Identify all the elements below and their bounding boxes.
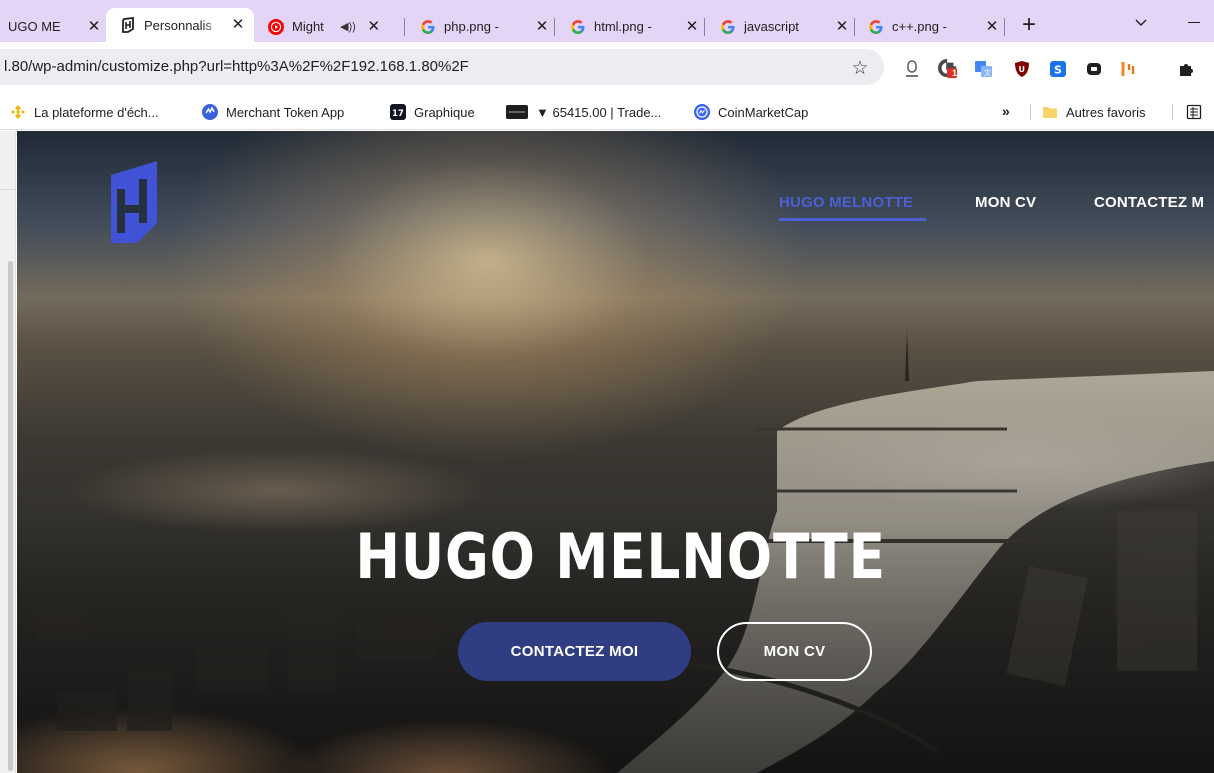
reading-list-button[interactable] bbox=[1186, 102, 1210, 122]
hero-section: HUGO MELNOTTE MON CV CONTACTEZ M HUGO ME… bbox=[17, 131, 1214, 773]
contact-me-button[interactable]: CONTACTEZ MOI bbox=[458, 622, 691, 681]
svg-text:17: 17 bbox=[392, 109, 404, 119]
more-bookmarks-button[interactable]: » bbox=[1002, 103, 1010, 119]
extension-badge-icon[interactable]: 1 bbox=[938, 59, 958, 79]
site-logo-icon[interactable] bbox=[103, 159, 163, 245]
tab-php-png[interactable]: php.png - ✕ bbox=[416, 11, 550, 42]
reading-list-icon bbox=[1186, 104, 1202, 120]
bookmark-label: Merchant Token App bbox=[226, 104, 345, 120]
close-tab-icon[interactable]: ✕ bbox=[86, 18, 102, 35]
translate-icon[interactable]: 文 bbox=[974, 59, 994, 79]
tab-separator bbox=[554, 18, 555, 36]
mon-cv-button[interactable]: MON CV bbox=[717, 622, 872, 681]
tab-title: Personnalis bbox=[144, 17, 212, 33]
bookmark-label: La plateforme d'éch... bbox=[34, 104, 159, 120]
folder-icon bbox=[1042, 104, 1058, 120]
minimize-button[interactable] bbox=[1182, 10, 1214, 34]
tab-separator bbox=[854, 18, 855, 36]
tab-title: javascript bbox=[744, 19, 799, 34]
tab-separator bbox=[1004, 18, 1005, 36]
browser-tab-strip: UGO ME ✕ Personnalis ✕ Might ◀)) ✕ php.p… bbox=[0, 0, 1214, 42]
nav-item-hugo-melnotte[interactable]: HUGO MELNOTTE bbox=[779, 194, 913, 218]
tab-youtube-music[interactable]: Might ◀)) ✕ bbox=[264, 11, 396, 42]
chevron-down-icon[interactable] bbox=[1128, 12, 1154, 34]
tab-title: c++.png - bbox=[892, 19, 947, 34]
youtube-music-icon bbox=[268, 18, 284, 35]
tab-title: UGO ME bbox=[8, 19, 61, 34]
extension-lens-icon[interactable] bbox=[902, 59, 922, 79]
tab-personnaliser[interactable]: Personnalis ✕ bbox=[106, 8, 254, 42]
speaker-icon[interactable]: ◀)) bbox=[340, 20, 356, 33]
svg-text:文: 文 bbox=[984, 68, 991, 77]
metamask-icon[interactable] bbox=[1118, 59, 1138, 79]
extension-badge-count: 1 bbox=[952, 68, 958, 78]
bookmark-graphique[interactable]: 17 Graphique bbox=[390, 102, 475, 122]
tab-separator bbox=[404, 18, 405, 36]
nav-item-contactez-moi[interactable]: CONTACTEZ M bbox=[1094, 194, 1204, 218]
bookmark-label: CoinMarketCap bbox=[718, 104, 809, 120]
page-viewport: HUGO MELNOTTE MON CV CONTACTEZ M HUGO ME… bbox=[0, 131, 1214, 773]
tab-title: php.png - bbox=[444, 19, 499, 34]
bookmarks-bar: La plateforme d'éch... Merchant Token Ap… bbox=[0, 94, 1214, 130]
screen-capture-icon[interactable] bbox=[1084, 59, 1104, 79]
address-bar[interactable]: l.80/wp-admin/customize.php?url=http%3A%… bbox=[0, 49, 884, 85]
tab-html-png[interactable]: html.png - ✕ bbox=[566, 11, 700, 42]
bookmark-label: ▼ 65415.00 | Trade... bbox=[536, 104, 662, 120]
close-tab-icon[interactable]: ✕ bbox=[534, 18, 550, 35]
nav-item-mon-cv[interactable]: MON CV bbox=[975, 194, 1036, 218]
bookmark-binance[interactable]: La plateforme d'éch... bbox=[10, 102, 159, 122]
coinmarketcap-icon bbox=[694, 104, 710, 120]
customizer-sidebar-edge bbox=[0, 131, 16, 773]
browser-toolbar: l.80/wp-admin/customize.php?url=http%3A%… bbox=[0, 42, 1214, 94]
scrollbar-thumb[interactable] bbox=[8, 261, 13, 771]
svg-text:S: S bbox=[1054, 64, 1062, 77]
tab-javascript[interactable]: javascript ✕ bbox=[716, 11, 850, 42]
merchant-icon bbox=[202, 104, 218, 120]
nav-active-underline bbox=[779, 218, 926, 221]
close-tab-icon[interactable]: ✕ bbox=[230, 17, 246, 33]
new-tab-button[interactable]: + bbox=[1016, 12, 1042, 38]
ublock-icon[interactable]: U bbox=[1012, 59, 1032, 79]
google-icon bbox=[420, 19, 436, 35]
binance-icon bbox=[10, 104, 26, 120]
trade-icon bbox=[506, 104, 528, 120]
close-tab-icon[interactable]: ✕ bbox=[684, 18, 700, 35]
bookmark-trade[interactable]: ▼ 65415.00 | Trade... bbox=[506, 102, 661, 122]
close-tab-icon[interactable]: ✕ bbox=[834, 18, 850, 35]
bookmark-separator bbox=[1172, 104, 1173, 120]
s-extension-icon[interactable]: S bbox=[1048, 59, 1068, 79]
tab-cpp-png[interactable]: c++.png - ✕ bbox=[864, 11, 1000, 42]
close-tab-icon[interactable]: ✕ bbox=[366, 18, 382, 35]
hero-title: HUGO MELNOTTE bbox=[355, 520, 886, 593]
tradingview-icon: 17 bbox=[390, 104, 406, 120]
tab-separator bbox=[704, 18, 705, 36]
bookmark-coinmarketcap[interactable]: CoinMarketCap bbox=[694, 102, 808, 122]
svg-text:U: U bbox=[1019, 65, 1026, 74]
google-icon bbox=[570, 19, 586, 35]
google-icon bbox=[868, 19, 884, 35]
bookmark-merchant-token[interactable]: Merchant Token App bbox=[202, 102, 344, 122]
tab-title: html.png - bbox=[594, 19, 652, 34]
google-icon bbox=[720, 19, 736, 35]
bookmark-label: Graphique bbox=[414, 104, 475, 120]
puzzle-extensions-icon[interactable] bbox=[1176, 59, 1196, 79]
url-text[interactable]: l.80/wp-admin/customize.php?url=http%3A%… bbox=[4, 58, 469, 75]
bookmark-star-icon[interactable]: ☆ bbox=[850, 59, 870, 79]
close-tab-icon[interactable]: ✕ bbox=[984, 18, 1000, 35]
bookmark-label: Autres favoris bbox=[1066, 104, 1146, 120]
tab-hugo-melnotte[interactable]: UGO ME ✕ bbox=[0, 11, 102, 42]
hm-logo-icon bbox=[120, 17, 136, 33]
bookmark-separator bbox=[1030, 104, 1031, 120]
tab-title: Might bbox=[292, 19, 324, 34]
bookmark-other-favorites[interactable]: Autres favoris bbox=[1042, 102, 1145, 122]
